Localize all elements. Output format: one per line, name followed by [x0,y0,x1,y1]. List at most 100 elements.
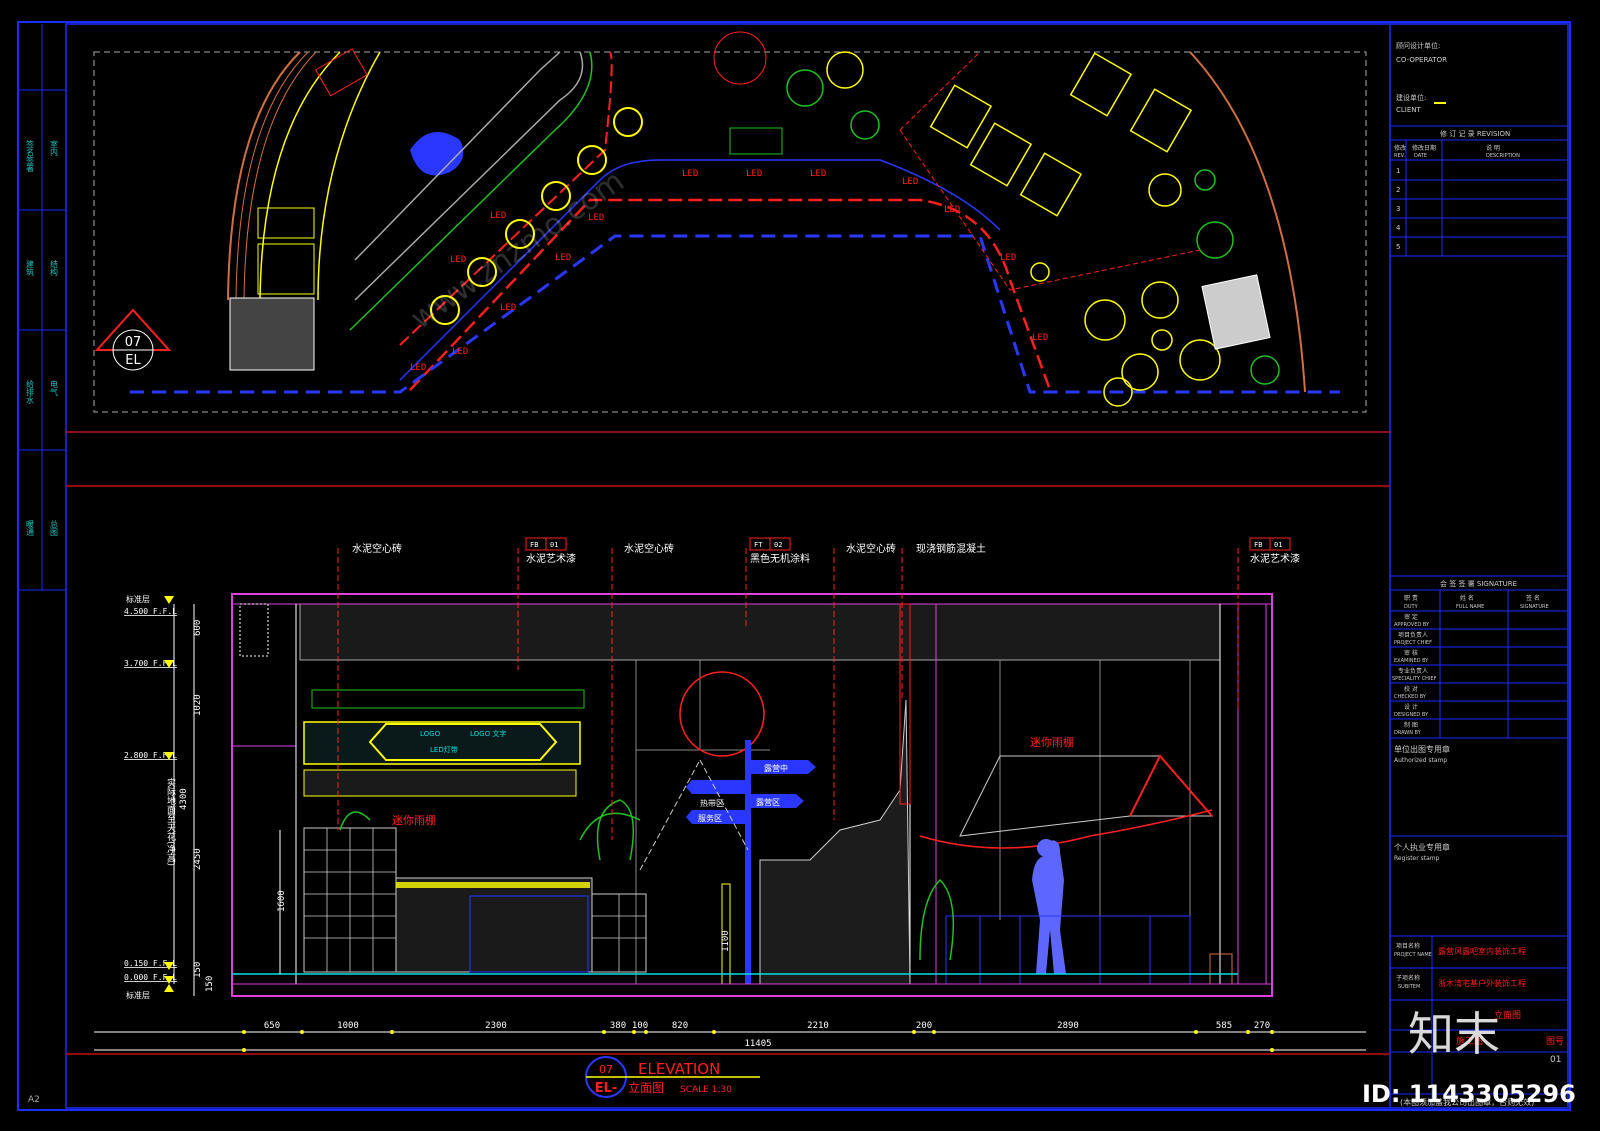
led-label: LED [452,347,468,357]
project-en: PROJECT NAME [1394,952,1432,958]
revision-header: 修 订 记 录 REVISION [1440,129,1510,138]
elevation-view: LOGO LOGO 文字 LED灯带 迷你雨棚 露营中 热带区 露营区 服务区 … [66,537,1390,1098]
plan-view: LED LED LED LED LED LED LED LED LED LED … [66,31,1390,487]
code-02: 02 [774,541,782,549]
led-label: LED [450,255,466,265]
code-01-2: 01 [1274,541,1282,549]
strip-label-8: 室内 [50,139,59,157]
strip-label-5: 电气 [50,379,59,396]
inner-dim: 1100 [721,930,731,952]
vdim-1: 600 [193,620,203,636]
callout-2: 水泥艺术漆 [526,552,576,565]
note-canopy-2: 迷你雨棚 [1030,735,1074,749]
led-label: LED [555,253,571,263]
sign-row-6-en: DESIGNED BY [1394,712,1429,718]
sign-1: 露营中 [764,763,788,773]
cad-elevation-drawing: 签名签署 建筑 结构 给排水 电气 暖通 总图 室内 A2 LED LED LE… [17,21,1576,1111]
level-7: 标准层 [126,990,150,1000]
watermark-id: ID: 1143305296 [1362,1080,1576,1108]
rev-row-4: 4 [1396,224,1401,232]
rev-row-2: 2 [1396,186,1400,194]
note-led-1: LED灯带 [430,745,458,754]
sign-header: 会 签 签 署 SIGNATURE [1440,579,1517,588]
marker-top: 07 [125,335,142,350]
strip-label-4: 给排水 [26,379,35,404]
led-label: LED [746,169,762,179]
designer-en: CO-OPERATOR [1396,56,1447,64]
code-fb-1: FB [530,541,538,549]
marker-bottom: EL [125,353,141,368]
sign-row-3-en: EXAMINED BY [1394,658,1429,664]
sign-3: 露营区 [756,797,780,807]
callout-5: 水泥空心砖 [846,542,896,555]
hdim-1: 650 [264,1021,280,1031]
strip-label-7: 总图 [50,519,59,537]
title-scale: SCALE 1:30 [680,1085,732,1095]
callout-7: 水泥艺术漆 [1250,552,1300,565]
hdim-8: 200 [916,1021,932,1031]
led-label: LED [682,169,698,179]
left-strip: 签名签署 建筑 结构 给排水 电气 暖通 总图 室内 A2 [18,24,66,1105]
title-cn: 立面图 [628,1080,664,1095]
sign-col-3: 签 名 [1526,594,1540,602]
sign-row-2: 项目负责人 [1398,631,1428,639]
callout-3: 水泥空心砖 [624,542,674,555]
vdim-4: 2450 [193,848,203,870]
hdim-7: 2210 [807,1021,829,1031]
strip-label-1: 签名签署 [26,139,35,173]
vdim-2: 1020 [193,694,203,716]
sign-row-7: 制 图 [1404,721,1418,729]
level-1: 标准层 [126,594,150,604]
elevation-title: 07 EL- ELEVATION 立面图 SCALE 1:30 [66,1053,1390,1098]
vertical-note: 实际地面至天花(净高) [165,777,176,866]
watermark-brand: 知末 [1408,1007,1500,1061]
sign-2: 热带区 [700,798,724,808]
hdim-5: 100 [632,1021,648,1031]
sign-row-5: 校 对 [1404,685,1418,693]
sub-name: 浙木湾宅基户外装饰工程 [1438,978,1526,988]
sheet-no-label: 图号 [1546,1036,1564,1047]
callout-6: 现浇钢筋混凝土 [916,542,986,555]
rev-col-1: 修改 [1394,144,1406,152]
code-01-1: 01 [550,541,558,549]
sign-row-4-en: SPECIALITY CHIEF [1392,676,1437,682]
sign-row-2-en: PROJECT CHIEF [1394,640,1432,646]
hdim-4: 380 [610,1021,626,1031]
title-en: ELEVATION [638,1060,720,1078]
rev-col-2: 修改日期 [1412,144,1436,152]
stamp1-en: Authorized stamp [1394,757,1447,764]
sign-row-4: 专业负责人 [1398,667,1428,675]
rev-row-5: 5 [1396,243,1400,251]
sign-row-7-en: DRAWN BY [1394,730,1422,736]
bar-sign-2: LOGO 文字 [470,729,506,738]
tent: 迷你雨棚 [919,735,1214,849]
project-name: 露营风露吧室内装饰工程 [1438,946,1526,956]
sign-col-en-1: DUTY [1404,604,1419,610]
strip-label-2: 建筑 [26,259,35,277]
sub-label: 子项名称 [1396,974,1420,982]
sign-row-1-en: APPROVED BY [1394,622,1430,628]
designer-label: 顾问设计单位: [1396,41,1440,50]
plan-section-marker: 07 EL [94,308,172,371]
person-silhouette [1032,840,1066,974]
sign-row-6: 设 计 [1404,703,1418,711]
hdim-11: 270 [1254,1021,1270,1031]
sign-col-en-3: SIGNATURE [1520,604,1549,610]
led-label: LED [410,363,426,373]
vdim-5: 1600 [277,890,287,912]
callout-4: 黑色无机涂料 [750,552,810,565]
led-label: LED [490,211,506,221]
rev-col-en-3: DESCRIPTION [1486,153,1520,159]
code-ft: FT [754,541,763,549]
total-dim: 11405 [744,1039,771,1049]
strip-label-3: 结构 [50,259,59,277]
sign-row-1: 审 定 [1404,613,1418,621]
led-label: LED [902,177,918,187]
sheet-no: 01 [1550,1055,1561,1065]
project-label: 项目名称 [1396,942,1420,950]
bar-sign-1: LOGO [420,730,441,738]
vdim-7: 150 [205,976,215,992]
client-label: 建设单位: [1396,93,1426,102]
title-num: 07 [599,1063,613,1076]
client-en: CLIENT [1396,106,1422,114]
